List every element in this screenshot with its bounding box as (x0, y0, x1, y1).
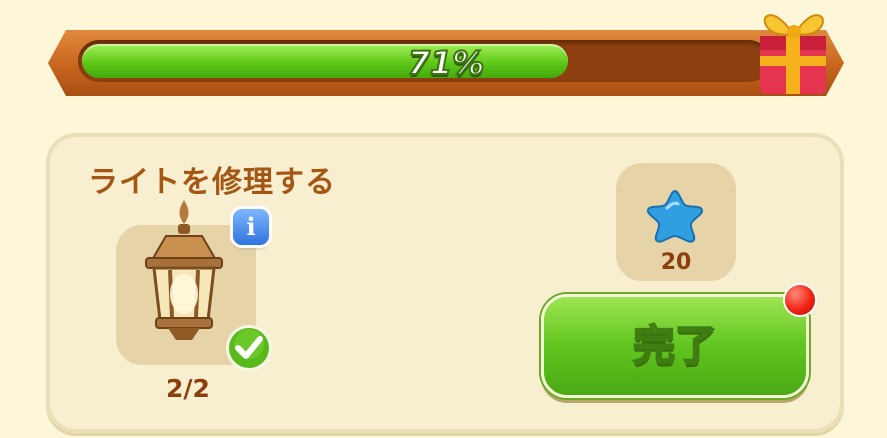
complete-button[interactable]: 完了 (541, 294, 809, 398)
progress-percent: 71% (407, 43, 486, 83)
item-count: 2/2 (166, 374, 210, 403)
checkmark-icon (226, 325, 272, 371)
blue-star-icon (647, 189, 703, 243)
complete-button-label: 完了 (632, 320, 718, 371)
info-icon[interactable]: i (233, 209, 269, 245)
notification-dot (785, 285, 815, 315)
gift-box-icon[interactable] (752, 0, 836, 98)
reward-amount: 20 (660, 250, 692, 275)
lantern-icon (145, 200, 223, 340)
task-title: ライトを修理する (88, 165, 336, 200)
